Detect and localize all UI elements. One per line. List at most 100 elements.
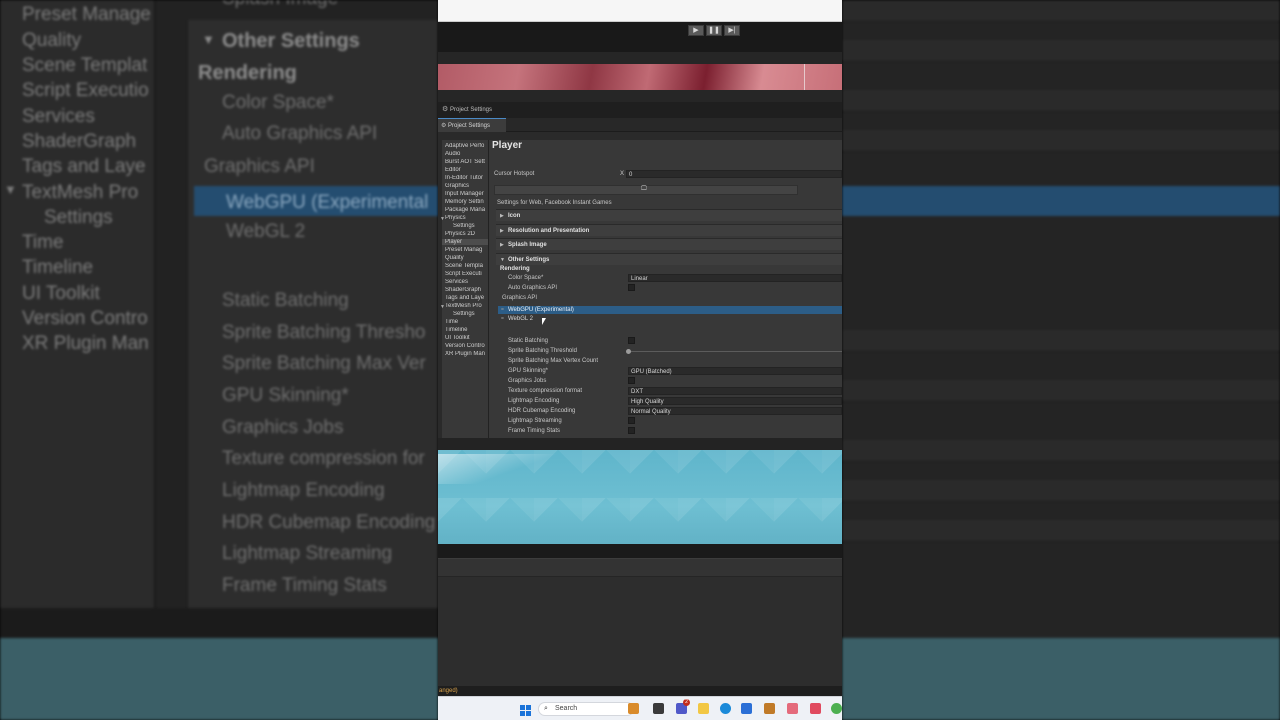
gear-icon: ⚙ — [442, 106, 449, 113]
sidebar-item-quality[interactable]: Quality — [445, 255, 487, 261]
section-icon[interactable]: ▶ Icon — [496, 209, 842, 221]
app-icon[interactable] — [764, 703, 775, 714]
tab-project-settings[interactable]: ⚙ Project Settings — [438, 118, 506, 132]
bg-bar — [842, 440, 1280, 462]
sidebar-item-version-control[interactable]: Version Contro — [445, 343, 487, 349]
taskbar-search[interactable]: ⌕ Search — [538, 702, 634, 716]
sidebar-splitter[interactable] — [488, 140, 489, 438]
bg-webgl: WebGL 2 — [226, 221, 306, 242]
store-icon[interactable] — [741, 703, 752, 714]
section-icon-label: Icon — [508, 213, 521, 219]
bg-sidebar-item: ShaderGraph — [22, 131, 137, 152]
sidebar-item-burst-aot[interactable]: Burst AOT Sett — [445, 159, 487, 165]
background-zoom-left: Preset Manage Quality Scene Templat Scri… — [0, 0, 438, 720]
app-icon[interactable] — [810, 703, 821, 714]
auto-graphics-checkbox[interactable] — [628, 284, 635, 291]
sidebar-item-services[interactable]: Services — [445, 279, 487, 285]
sidebar-item-player[interactable]: Player — [442, 239, 488, 245]
color-space-dropdown[interactable]: Linear — [628, 274, 842, 282]
sidebar-item-in-editor-tutorials[interactable]: In-Editor Tutor — [445, 175, 487, 181]
chrome-icon[interactable] — [831, 703, 842, 714]
cursor-x-field[interactable]: 0 — [626, 170, 842, 178]
bg-sidebar-item: Tags and Laye — [22, 156, 146, 177]
auto-graphics-label: Auto Graphics API — [508, 285, 558, 291]
bg-row: HDR Cubemap Encoding — [222, 512, 436, 533]
section-other-label: Other Settings — [508, 257, 550, 263]
frame-timing-checkbox[interactable] — [628, 427, 635, 434]
section-other-settings[interactable]: ▼ Other Settings — [496, 253, 842, 265]
sidebar-item-physics[interactable]: Physics — [445, 215, 487, 221]
play-toolbar: ▶ ❚❚ ▶| — [438, 22, 842, 52]
graphics-jobs-checkbox[interactable] — [628, 377, 635, 384]
sidebar-item-preset-manager[interactable]: Preset Manag — [445, 247, 487, 253]
sidebar-item-graphics[interactable]: Graphics — [445, 183, 487, 189]
slider-knob[interactable] — [626, 349, 631, 354]
sidebar-item-xr-plugin[interactable]: XR Plugin Man — [445, 351, 487, 357]
browser-top — [438, 0, 842, 22]
pause-icon[interactable]: ❚❚ — [706, 25, 722, 36]
sidebar-item-input-manager[interactable]: Input Manager — [445, 191, 487, 197]
drag-handle-icon: = — [501, 307, 504, 313]
sidebar-item-memory-settings[interactable]: Memory Settin — [445, 199, 487, 205]
hdr-cubemap-dropdown[interactable]: Normal Quality — [628, 407, 842, 415]
window-title-bar[interactable]: ⚙ Project Settings — [438, 102, 842, 118]
sidebar-item-adaptive-performance[interactable]: Adaptive Perfo — [445, 143, 487, 149]
sidebar-item-tags-and-layers[interactable]: Tags and Laye — [445, 295, 487, 301]
sidebar-item-script-execution[interactable]: Script Executi — [445, 271, 487, 277]
lightmap-encoding-dropdown[interactable]: High Quality — [628, 397, 842, 405]
console-panel — [438, 558, 842, 686]
briefcase-icon[interactable] — [628, 703, 639, 714]
windows-start-icon[interactable] — [520, 703, 531, 716]
bg-row: Graphics Jobs — [222, 417, 344, 438]
teams-icon[interactable]: 2 — [676, 699, 690, 714]
drag-handle-icon: = — [501, 316, 504, 322]
platform-tab-web[interactable]: 🖵 — [494, 185, 798, 195]
step-icon[interactable]: ▶| — [724, 25, 740, 36]
tab-bar: ⚙ Project Settings — [438, 118, 842, 132]
sidebar-item-editor[interactable]: Editor — [445, 167, 487, 173]
section-splash-image[interactable]: ▶ Splash Image — [496, 238, 842, 250]
bg-sidebar-item: XR Plugin Man — [22, 333, 149, 354]
bg-sidebar-item: Scene Templat — [22, 55, 148, 76]
sidebar-item-physics-2d[interactable]: Physics 2D — [445, 231, 487, 237]
sidebar-item-ui-toolkit[interactable]: UI Toolkit — [445, 335, 487, 341]
section-resolution[interactable]: ▶ Resolution and Presentation — [496, 224, 842, 236]
bg-bar — [842, 330, 1280, 352]
game-image — [438, 64, 842, 90]
section-splash-label: Splash Image — [508, 242, 547, 248]
scene-view[interactable] — [438, 450, 842, 544]
bg-row: Texture compression for — [222, 448, 425, 469]
lightmap-streaming-checkbox[interactable] — [628, 417, 635, 424]
sidebar-item-textmesh-pro[interactable]: TextMesh Pro — [445, 303, 487, 309]
sidebar-item-shadergraph[interactable]: ShaderGraph — [445, 287, 487, 293]
bg-bar — [842, 90, 1280, 112]
gpu-skinning-dropdown[interactable]: GPU (Batched) — [628, 367, 842, 375]
edge-icon[interactable] — [720, 703, 731, 714]
app-icon[interactable] — [787, 703, 798, 714]
texture-compression-dropdown[interactable]: DXT — [628, 387, 842, 395]
sidebar-item-time[interactable]: Time — [445, 319, 487, 325]
chevron-right-icon: ▶ — [500, 242, 504, 248]
play-icon[interactable]: ▶ — [688, 25, 704, 36]
static-batching-checkbox[interactable] — [628, 337, 635, 344]
sidebar-item-timeline[interactable]: Timeline — [445, 327, 487, 333]
sprite-threshold-slider[interactable] — [626, 349, 842, 354]
section-resolution-label: Resolution and Presentation — [508, 228, 590, 234]
page-title: Player — [492, 140, 523, 151]
sidebar-item-audio[interactable]: Audio — [445, 151, 487, 157]
folder-icon[interactable] — [698, 703, 709, 714]
graphics-api-item-webgpu[interactable]: = WebGPU (Experimental) — [498, 306, 842, 314]
window-title: Project Settings — [450, 107, 493, 113]
cursor-hotspot-label: Cursor Hotspot — [494, 171, 535, 177]
bg-expand-icon: ▼ — [4, 182, 17, 197]
sidebar-item-scene-template[interactable]: Scene Templa — [445, 263, 487, 269]
texture-compression-label: Texture compression format — [508, 388, 583, 394]
sidebar-item-package-manager[interactable]: Package Mana — [445, 207, 487, 213]
bg-auto-graphics: Auto Graphics API — [222, 123, 378, 144]
task-view-icon[interactable] — [653, 703, 664, 714]
bg-color-space: Color Space* — [222, 92, 334, 113]
graphics-jobs-label: Graphics Jobs — [508, 378, 547, 384]
bg-highlight — [842, 186, 1280, 216]
bg-row: Lightmap Encoding — [222, 480, 385, 501]
graphics-api-item-webgl[interactable]: = WebGL 2 — [498, 315, 842, 323]
